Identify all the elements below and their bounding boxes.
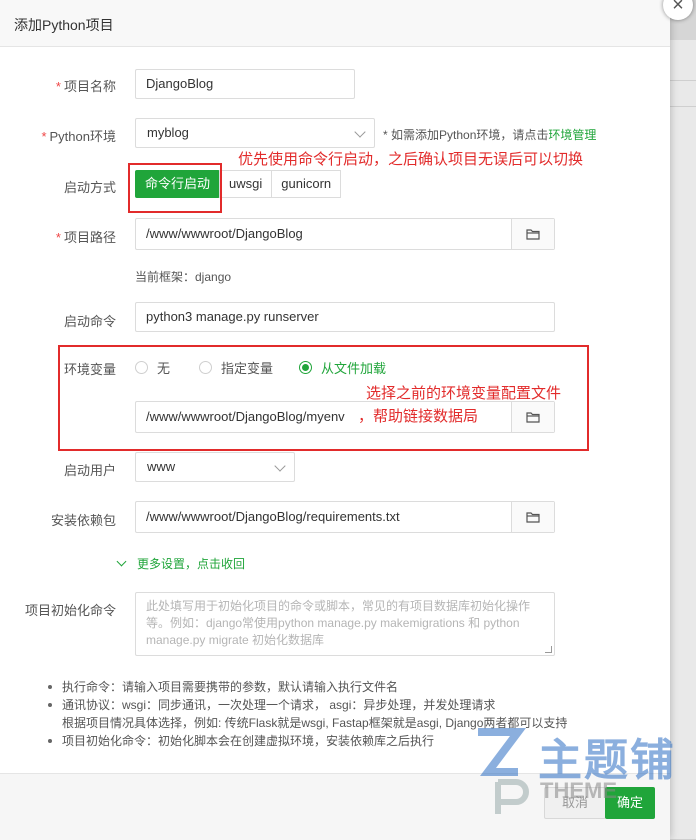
dialog-title: 添加Python项目 [14,17,114,33]
annotation-highlight-box-1 [128,163,222,213]
note-item-continued: 根据项目情况具体选择，例如: 传统Flask就是wsgi, Fastap框架就是… [62,716,568,730]
project-name-label: * 项目名称 [55,79,116,94]
init-command-placeholder: 此处填写用于初始化项目的命令或脚本，常见的有项目数据库初始化操作等。例如：dja… [146,599,531,647]
note-item: 项目初始化命令：初始化脚本会在创建虚拟环境，安装依赖库之后执行 [46,732,567,750]
python-env-label: * Python环境 [41,129,116,144]
start-mode-uwsgi-button[interactable]: uwsgi [219,170,273,198]
help-notes: 执行命令：请输入项目需要携带的参数，默认请输入执行文件名 通讯协议：wsgi：同… [46,678,567,750]
note-item: 执行命令：请输入项目需要携带的参数，默认请输入执行文件名 [46,678,567,696]
annotation-highlight-box-2 [58,345,589,451]
chevron-down-icon [354,126,366,138]
start-mode-label: 启动方式 [63,180,116,195]
init-command-textarea[interactable]: 此处填写用于初始化项目的命令或脚本，常见的有项目数据库初始化操作等。例如：dja… [135,592,555,656]
start-user-label: 启动用户 [63,463,116,478]
chevron-down-icon [274,460,286,472]
project-name-input[interactable]: DjangoBlog [135,69,355,99]
add-python-project-dialog: 添加Python项目 * 项目名称 DjangoBlog * Python环境 my… [0,0,674,840]
more-settings-toggle[interactable]: 更多设置，点击收回 [116,555,245,572]
annotation-note-1: 优先使用命令行启动，之后确认项目无误后可以切换 [238,151,584,168]
start-user-select[interactable]: www [135,452,295,482]
python-env-select[interactable]: myblog [135,118,375,148]
dialog-header: 添加Python项目 [0,0,670,47]
env-manage-link[interactable]: 环境管理 [548,128,596,142]
project-path-input[interactable]: /www/wwwroot/DjangoBlog [135,218,555,250]
start-command-input[interactable]: python3 manage.py runserver [135,302,555,332]
install-deps-label: 安装依赖包 [50,513,116,528]
chevron-down-icon [116,556,127,567]
init-command-label: 项目初始化命令 [24,603,116,618]
cancel-button[interactable]: 取消 [544,787,606,819]
folder-icon[interactable] [511,219,554,249]
start-command-label: 启动命令 [63,314,116,329]
folder-icon[interactable] [511,502,554,532]
project-path-label: * 项目路径 [55,230,116,245]
python-env-hint: * 如需添加Python环境，请点击环境管理 [383,128,597,142]
background-panel-edge [670,40,696,839]
note-item: 通讯协议：wsgi：同步通讯，一次处理一个请求， asgi：异步处理，并发处理请… [46,696,567,714]
confirm-button[interactable]: 确定 [605,787,655,819]
start-mode-gunicorn-button[interactable]: gunicorn [271,170,342,198]
framework-info: 当前框架：django [135,270,232,284]
resize-handle-icon[interactable] [545,646,552,653]
install-deps-input[interactable]: /www/wwwroot/DjangoBlog/requirements.txt [135,501,555,533]
